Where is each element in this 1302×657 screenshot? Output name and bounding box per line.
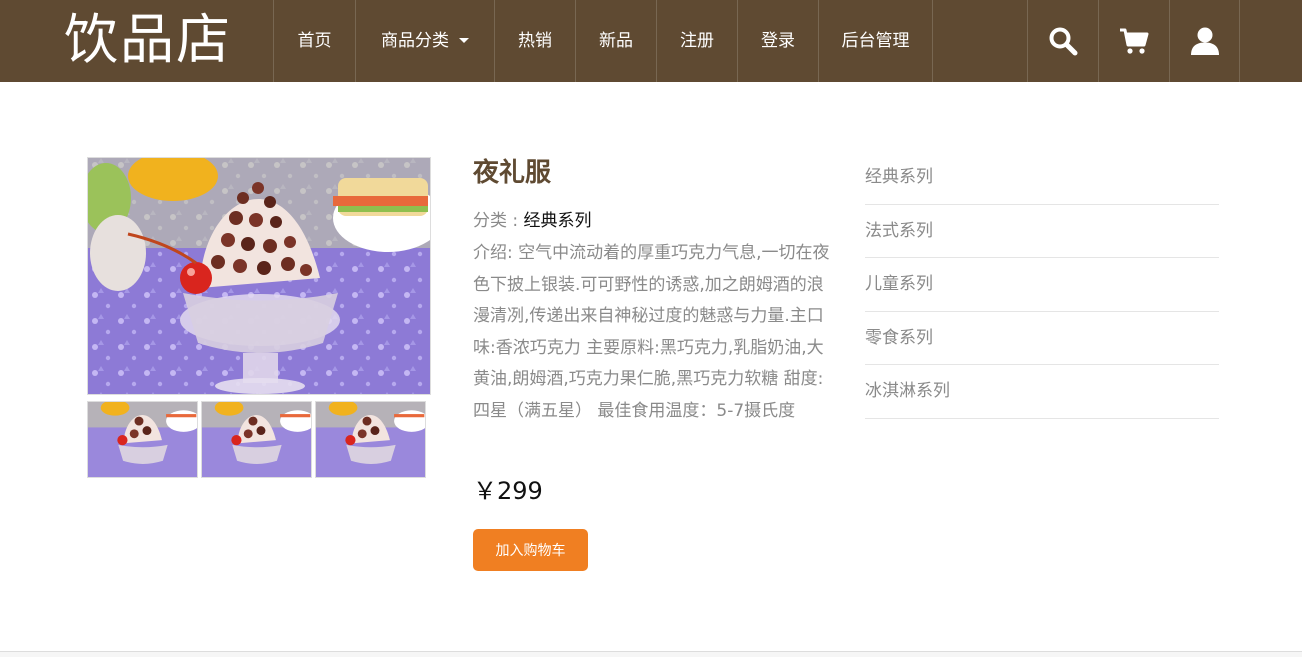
- nav-item-label: 后台管理: [841, 31, 910, 51]
- category-link[interactable]: 经典系列: [524, 211, 592, 231]
- chevron-down-icon: [459, 37, 469, 43]
- product-main-image: [87, 157, 431, 395]
- user-account-button[interactable]: [1169, 0, 1240, 82]
- nav-item-label: 登录: [761, 31, 795, 51]
- product-thumbnail[interactable]: [201, 401, 312, 478]
- nav-menu: 首页 商品分类 热销 新品 注册 登录 后台管理: [273, 0, 933, 82]
- cart-button[interactable]: [1098, 0, 1169, 82]
- product-title: 夜礼服: [473, 158, 552, 188]
- product-thumbnail[interactable]: [315, 401, 426, 478]
- add-to-cart-button[interactable]: 加入购物车: [473, 529, 588, 571]
- nav-icon-group: [1027, 0, 1240, 82]
- nav-item-new[interactable]: 新品: [575, 0, 656, 82]
- product-thumbnail[interactable]: [87, 401, 198, 478]
- nav-item-label: 商品分类: [381, 31, 449, 51]
- nav-item-label: 新品: [599, 31, 633, 51]
- nav-item-label: 热销: [518, 31, 552, 51]
- cart-icon: [1120, 28, 1149, 54]
- user-icon: [1190, 27, 1219, 55]
- nav-item-label: 注册: [680, 31, 714, 51]
- product-description: 介绍: 空气中流动着的厚重巧克力气息,一切在夜色下披上银装.可可野性的诱惑,加之…: [473, 243, 830, 421]
- sidebar-item-classic[interactable]: 经典系列: [865, 151, 1219, 205]
- search-button[interactable]: [1027, 0, 1098, 82]
- nav-item-home[interactable]: 首页: [273, 0, 355, 82]
- search-icon: [1049, 27, 1078, 56]
- sidebar-item-french[interactable]: 法式系列: [865, 205, 1219, 258]
- sidebar-item-kids[interactable]: 儿童系列: [865, 258, 1219, 312]
- category-label: 分类 :: [473, 211, 524, 231]
- category-sidebar: 经典系列 法式系列 儿童系列 零食系列 冰淇淋系列: [865, 151, 1219, 419]
- nav-item-label: 首页: [297, 31, 332, 51]
- nav-item-hot[interactable]: 热销: [494, 0, 575, 82]
- product-info: 夜礼服 分类 : 经典系列 介绍: 空气中流动着的厚重巧克力气息,一切在夜色下披…: [473, 152, 833, 427]
- nav-item-login[interactable]: 登录: [737, 0, 818, 82]
- footer-divider: [0, 651, 1302, 657]
- nav-item-register[interactable]: 注册: [656, 0, 737, 82]
- product-category: 分类 : 经典系列: [473, 208, 833, 234]
- brand-logo[interactable]: 饮品店: [64, 4, 232, 76]
- nav-item-admin[interactable]: 后台管理: [818, 0, 933, 82]
- sidebar-item-ice-cream[interactable]: 冰淇淋系列: [865, 365, 1219, 419]
- nav-item-categories-dropdown[interactable]: 商品分类: [355, 0, 494, 82]
- product-price: ￥299: [473, 477, 543, 505]
- sidebar-item-snacks[interactable]: 零食系列: [865, 312, 1219, 365]
- top-navbar: 饮品店 首页 商品分类 热销 新品 注册 登录 后台管理: [0, 0, 1302, 82]
